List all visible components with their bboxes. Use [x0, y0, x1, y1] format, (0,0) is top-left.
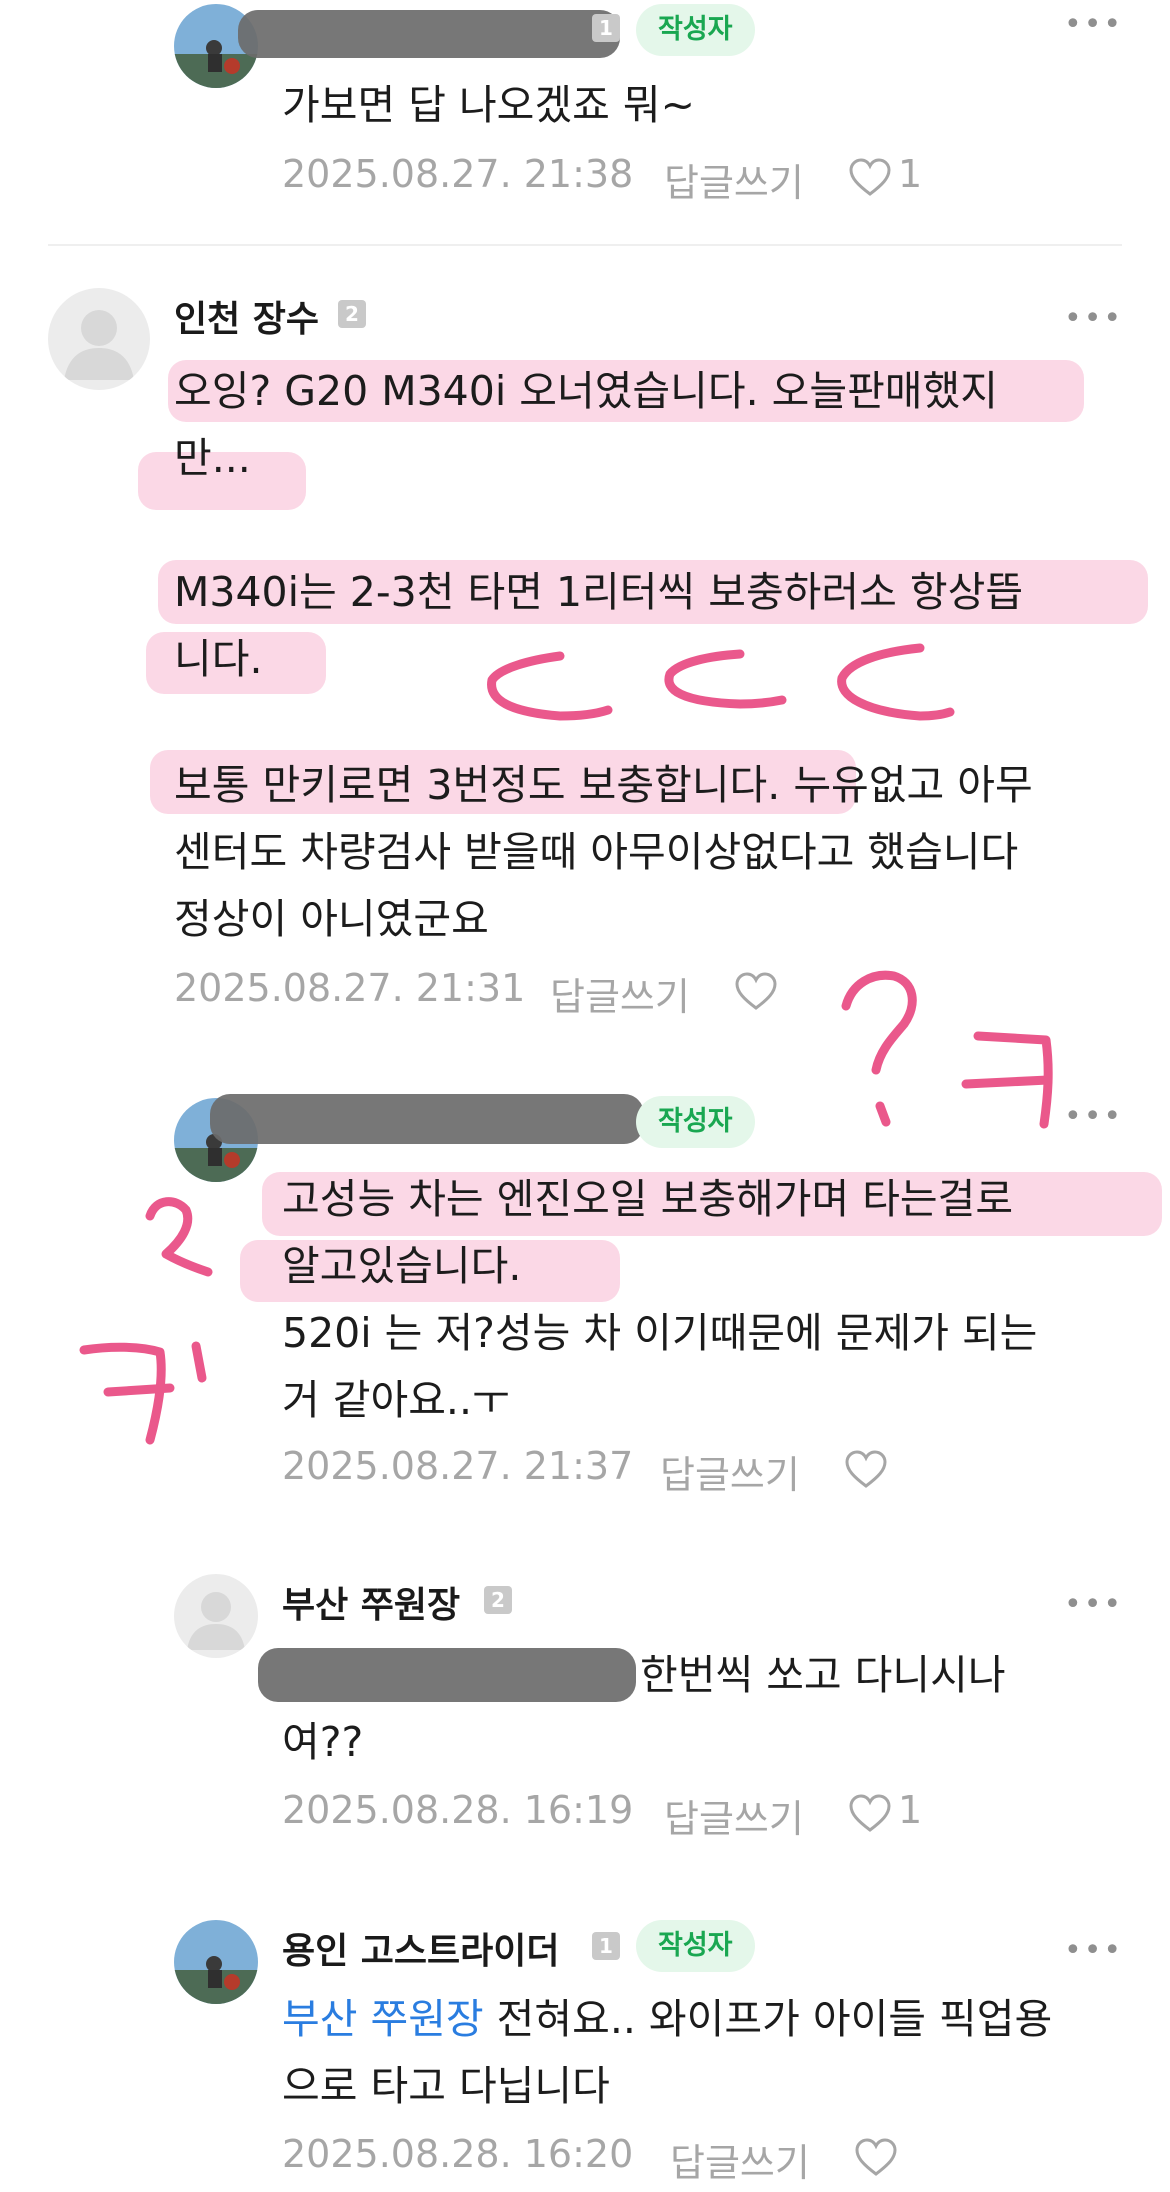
more-options-button[interactable]: •••	[1064, 10, 1123, 40]
reply-button[interactable]: 답글쓰기	[660, 1444, 800, 1499]
redacted-mention	[258, 1648, 636, 1702]
comment-timestamp: 2025.08.28. 16:20	[282, 2132, 634, 2176]
annotation-mark-q1	[841, 970, 917, 1075]
annotation-mark-q2	[145, 1197, 213, 1277]
comment-text: 니다.	[174, 635, 263, 683]
comment-timestamp: 2025.08.27. 21:37	[282, 1444, 634, 1488]
redacted-author-name	[238, 10, 620, 58]
comment-text: 만...	[174, 434, 251, 482]
comment-text: 으로 타고 다닙니다	[282, 2062, 610, 2110]
more-options-button[interactable]: •••	[1064, 304, 1123, 334]
author-badge: 작성자	[636, 1096, 755, 1148]
comment-text: 정상이 아니였군요	[174, 895, 489, 943]
author-badge: 작성자	[636, 4, 755, 56]
level-badge: 1	[592, 14, 620, 42]
comment-timestamp: 2025.08.27. 21:31	[174, 966, 526, 1010]
more-options-button[interactable]: •••	[1064, 1590, 1123, 1620]
redacted-author-name	[210, 1094, 644, 1144]
author-name[interactable]: 용인 고스트라이더	[282, 1922, 560, 1974]
comment-text: 알고있습니다.	[282, 1242, 522, 1290]
level-badge: 1	[592, 1932, 620, 1960]
level-badge: 2	[484, 1586, 512, 1614]
comment-text: 520i 는 저?성능 차 이기때문에 문제가 되는	[282, 1309, 1038, 1357]
avatar-author[interactable]	[174, 1920, 258, 2004]
reply-button[interactable]: 답글쓰기	[664, 1788, 804, 1843]
comment-text: 거 같아요..ㅜ	[282, 1376, 510, 1424]
like-count: 1	[898, 152, 923, 196]
heart-icon[interactable]	[854, 2138, 898, 2178]
author-name[interactable]: 부산 쭈원장	[282, 1576, 460, 1628]
annotation-mark-d1	[487, 651, 613, 721]
reply-button[interactable]: 답글쓰기	[670, 2132, 810, 2187]
comment-text: 부산 쭈원장 전혀요.. 와이프가 아이들 픽업용	[282, 1986, 1052, 2053]
comment-divider	[48, 244, 1122, 246]
reply-button[interactable]: 답글쓰기	[664, 152, 804, 207]
mention-link[interactable]: 부산 쭈원장	[282, 1995, 484, 2043]
comment-timestamp: 2025.08.28. 16:19	[282, 1788, 634, 1832]
heart-icon[interactable]	[848, 1794, 892, 1834]
heart-icon[interactable]	[844, 1450, 888, 1490]
comment-text: 오잉? G20 M340i 오너였습니다. 오늘판매했지	[174, 367, 998, 415]
comment-text: M340i는 2-3천 타면 1리터씩 보충하러소 항상뜹	[174, 568, 1024, 616]
avatar-default[interactable]	[174, 1574, 258, 1658]
annotation-mark-d3	[837, 643, 955, 721]
comment-text: 고성능 차는 엔진오일 보충해가며 타는걸로	[282, 1175, 1014, 1223]
comment-text: 센터도 차량검사 받을때 아무이상없다고 했습니다	[174, 828, 1019, 876]
more-options-button[interactable]: •••	[1064, 1936, 1123, 1966]
annotation-mark-k1	[973, 1031, 1053, 1129]
comment-text-rest: 전혀요.. 와이프가 아이들 픽업용	[483, 1995, 1053, 2043]
author-name[interactable]: 인천 장수	[174, 290, 319, 342]
heart-icon[interactable]	[734, 972, 778, 1012]
annotation-mark-k2	[79, 1342, 166, 1445]
comment-timestamp: 2025.08.27. 21:38	[282, 152, 634, 196]
avatar-default[interactable]	[48, 288, 150, 390]
reply-button[interactable]: 답글쓰기	[550, 966, 690, 1021]
comment-text: 한번씩 쏘고 다니시나	[640, 1651, 1006, 1699]
author-badge: 작성자	[636, 1920, 755, 1972]
like-count: 1	[898, 1788, 923, 1832]
heart-icon[interactable]	[848, 158, 892, 198]
annotation-mark-d2	[664, 649, 787, 709]
level-badge: 2	[338, 300, 366, 328]
comment-text: 여??	[282, 1718, 364, 1766]
more-options-button[interactable]: •••	[1064, 1102, 1123, 1132]
comment-text: 보통 만키로면 3번정도 보충합니다. 누유없고 아무	[174, 761, 1033, 809]
comment-text: 가보면 답 나오겠죠 뭐~	[282, 81, 695, 129]
